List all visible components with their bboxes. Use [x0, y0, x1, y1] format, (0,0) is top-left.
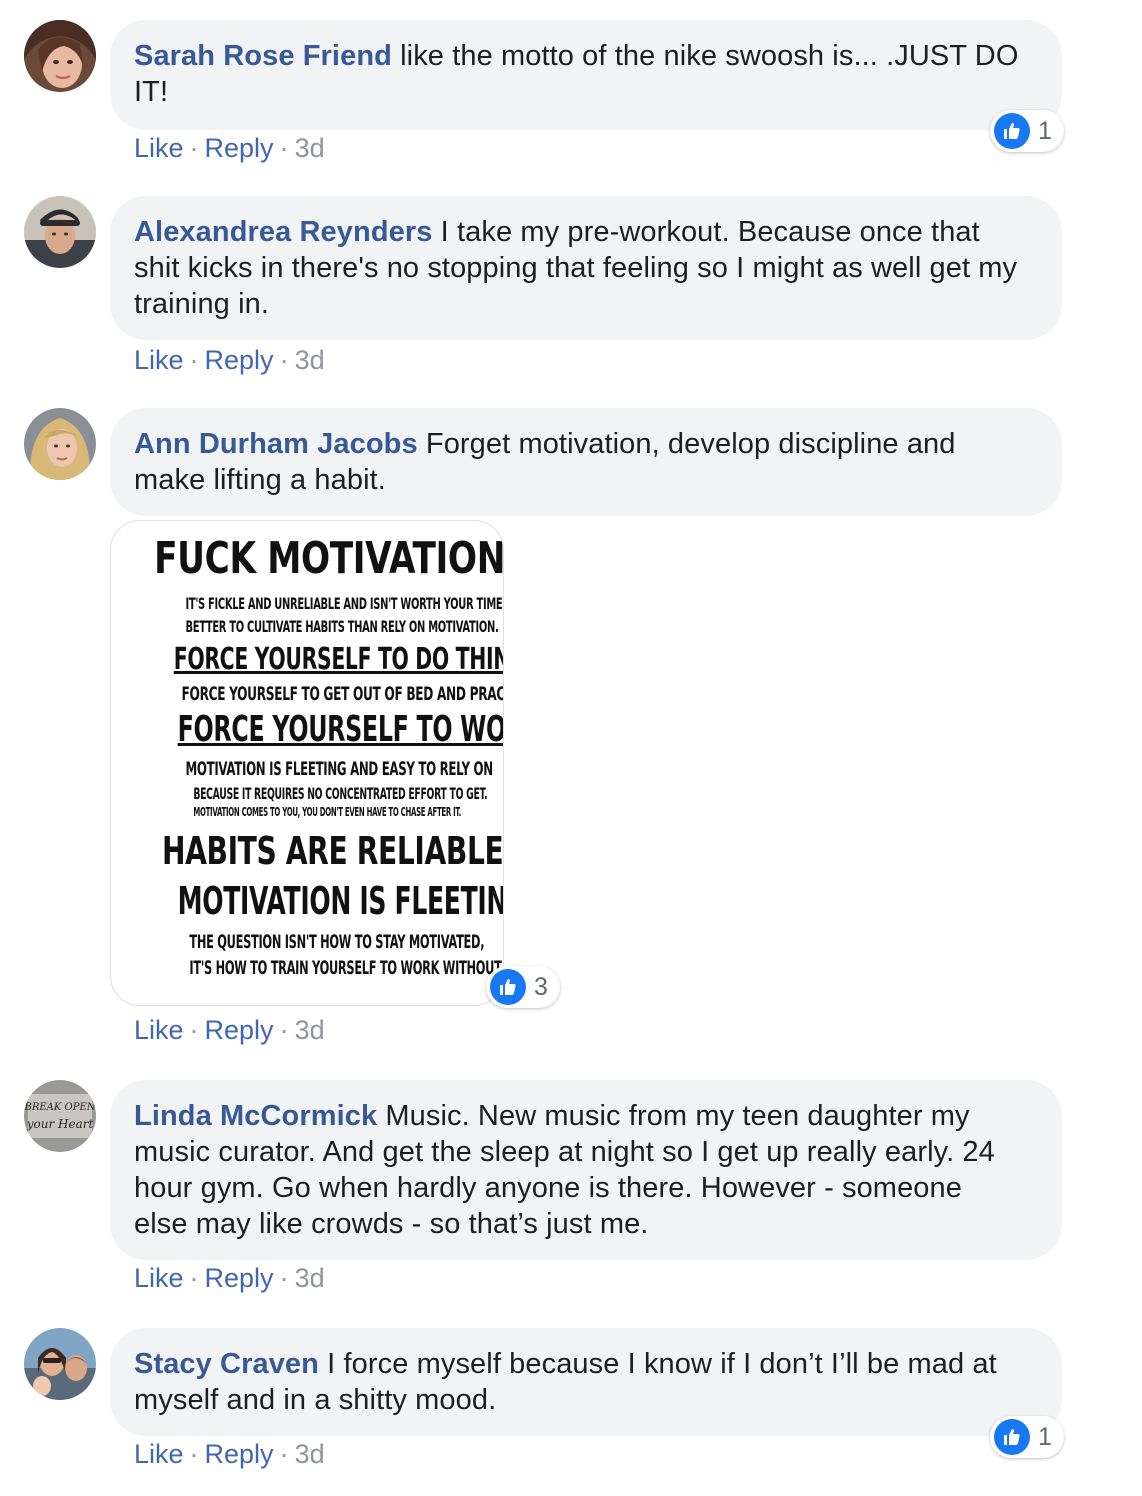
thumbs-up-icon	[994, 1419, 1030, 1455]
comment-author[interactable]: Alexandrea Reynders	[134, 216, 432, 248]
comment-image[interactable]: FUCK MOTIVATION IT'S FICKLE AND UNRELIAB…	[110, 520, 504, 1006]
comment-author[interactable]: Sarah Rose Friend	[134, 40, 392, 72]
image-text: MOTIVATION COMES TO YOU, YOU DON'T EVEN …	[193, 805, 462, 819]
reaction-count[interactable]: 3	[486, 966, 560, 1008]
image-text: IT'S HOW TO TRAIN YOURSELF TO WORK WITHO…	[189, 957, 504, 979]
reaction-number: 1	[1038, 116, 1052, 145]
image-text: BETTER TO CULTIVATE HABITS THAN RELY ON …	[185, 617, 499, 636]
reaction-count[interactable]: 1	[990, 110, 1064, 152]
comment-time[interactable]: 3d	[295, 345, 325, 375]
comment-actions: Like · Reply · 3d	[134, 133, 325, 163]
comment-time[interactable]: 3d	[295, 1015, 325, 1045]
image-text: THE QUESTION ISN'T HOW TO STAY MOTIVATED…	[189, 931, 485, 953]
image-text: FUCK MOTIVATION	[154, 533, 504, 584]
avatar[interactable]	[24, 408, 96, 480]
avatar-text: BREAK OPEN	[24, 1102, 96, 1113]
comment-bubble: Ann Durham Jacobs Forget motivation, dev…	[110, 408, 1062, 516]
comment-time[interactable]: 3d	[295, 133, 325, 163]
thumbs-up-icon	[994, 113, 1030, 149]
image-text: MOTIVATION IS FLEETING AND EASY TO RELY …	[185, 758, 493, 780]
like-link[interactable]: Like	[134, 1439, 184, 1469]
avatar-text: your Heart	[26, 1117, 94, 1131]
reaction-count[interactable]: 1	[990, 1416, 1064, 1458]
reply-link[interactable]: Reply	[205, 345, 274, 375]
comment-bubble: Alexandrea Reynders I take my pre-workou…	[110, 196, 1062, 340]
comment-time[interactable]: 3d	[295, 1263, 325, 1293]
reply-link[interactable]: Reply	[205, 133, 274, 163]
comment-actions: Like · Reply · 3d	[134, 345, 325, 375]
reply-link[interactable]: Reply	[205, 1015, 274, 1045]
comment-actions: Like · Reply · 3d	[134, 1015, 325, 1045]
thumbs-up-icon	[490, 969, 526, 1005]
reaction-number: 3	[534, 972, 548, 1001]
comment-author[interactable]: Linda McCormick	[134, 1100, 377, 1132]
like-link[interactable]: Like	[134, 1015, 184, 1045]
image-text: FORCE YOURSELF TO DO THINGS.	[173, 642, 503, 677]
comment-author[interactable]: Stacy Craven	[134, 1348, 319, 1380]
comment-actions: Like · Reply · 3d	[134, 1439, 325, 1469]
like-link[interactable]: Like	[134, 345, 184, 375]
image-text: HABITS ARE RELIABLE.	[161, 829, 504, 873]
like-link[interactable]: Like	[134, 1263, 184, 1293]
image-text: IT'S FICKLE AND UNRELIABLE AND ISN'T WOR…	[185, 594, 504, 613]
like-link[interactable]: Like	[134, 133, 184, 163]
reaction-number: 1	[1038, 1422, 1052, 1451]
image-text: FORCE YOURSELF TO WORK.	[177, 709, 504, 750]
avatar[interactable]	[24, 1328, 96, 1400]
reply-link[interactable]: Reply	[205, 1263, 274, 1293]
avatar[interactable]	[24, 196, 96, 268]
comment-author[interactable]: Ann Durham Jacobs	[134, 428, 418, 460]
image-text: BECAUSE IT REQUIRES NO CONCENTRATED EFFO…	[193, 784, 488, 803]
avatar[interactable]: BREAK OPEN your Heart	[24, 1080, 96, 1152]
image-text: FORCE YOURSELF TO GET OUT OF BED AND PRA…	[181, 683, 504, 705]
reply-link[interactable]: Reply	[205, 1439, 274, 1469]
avatar[interactable]	[24, 20, 96, 92]
comment-bubble: Linda McCormick Music. New music from my…	[110, 1080, 1062, 1260]
comment-bubble: Stacy Craven I force myself because I kn…	[110, 1328, 1062, 1436]
comment-bubble: Sarah Rose Friend like the motto of the …	[110, 20, 1062, 130]
comment-actions: Like · Reply · 3d	[134, 1263, 325, 1293]
comment-time[interactable]: 3d	[295, 1439, 325, 1469]
image-text: MOTIVATION IS FLEETING.	[177, 879, 504, 923]
